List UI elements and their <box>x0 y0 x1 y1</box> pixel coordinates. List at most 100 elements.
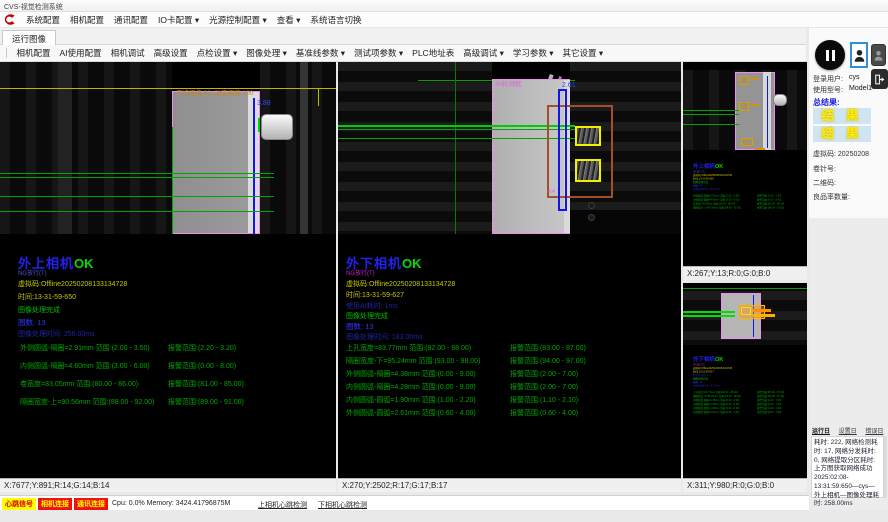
process-time-text: 图像处理时间: 256.00ms <box>18 331 95 339</box>
tool-other-settings[interactable]: 其它设置 ▾ <box>558 47 608 59</box>
mini-bottom-pixel-status: X:311;Y:980;R:0;G:0;B:0 <box>683 478 807 492</box>
green-vertical-line <box>455 62 456 234</box>
camera-result-title: 外上相机OK <box>18 255 94 273</box>
mini-top-canvas[interactable]: 外上相机OK NG放行(T) 虚拟码:Offline20250208133134… <box>683 62 807 266</box>
orange-label-mark <box>753 309 771 312</box>
pink-roi-box <box>172 91 260 234</box>
green-baseline <box>0 173 274 174</box>
green-baseline <box>683 124 739 125</box>
small-magenta-label: 4.4 <box>548 190 555 196</box>
alarm-range-text: 报警范围:(1.10 - 2.10) <box>510 397 578 405</box>
time-text: 时间:13-31-59-627 <box>346 292 404 300</box>
measurement-text: 卷宽度=83.05mm 范围:(80.00 - 86.00) <box>20 381 138 389</box>
mini-panel-top: 外上相机OK NG放行(T) 虚拟码:Offline20250208133134… <box>683 62 807 280</box>
ai-box-label: AI检测框 <box>496 81 522 88</box>
needle-number-label: 卷针号: <box>813 164 836 174</box>
qr-code-label: 二维码: <box>813 178 836 188</box>
measurement-text: 隔圈宽度-上=90.56mm 范围:(88.00 - 92.00) <box>20 399 154 407</box>
tool-baseline-params[interactable]: 基准线参数 ▾ <box>291 47 349 59</box>
log-scrollbar[interactable] <box>884 436 887 498</box>
mini-bottom-canvas[interactable]: 外下相机OK NG放行(T) 虚拟码:Offline20250208133134… <box>683 283 807 478</box>
camera-name: 外下相机 <box>346 256 402 271</box>
menu-item-camera-config[interactable]: 相机配置 <box>65 14 109 26</box>
measurement-text: 上孔宽度=83.77mm 范围:(82.00 - 88.00) <box>346 345 471 353</box>
yellow-reference-tick <box>318 88 319 106</box>
user-icon <box>854 48 865 63</box>
green-tick <box>258 118 260 132</box>
login-user-label: 登录用户: <box>813 74 843 84</box>
mini-top-text: 外上相机OK NG放行(T) 虚拟码:Offline20250208133134… <box>693 162 807 210</box>
mini-bottom-text: 外下相机OK NG放行(T) 虚拟码:Offline20250208133134… <box>693 355 807 415</box>
tool-spot-check[interactable]: 点检设置 ▾ <box>192 47 242 59</box>
login-user-value: cys <box>849 74 860 81</box>
tool-advanced-debug[interactable]: 高级调试 ▾ <box>459 47 509 59</box>
tool-learning-params[interactable]: 学习参数 ▾ <box>508 47 558 59</box>
measurement-text: 外侧圆弧-圆弧=2.61mm 范围:(0.60 - 4.00) <box>693 411 739 414</box>
brown-detection-box <box>547 105 613 198</box>
alarm-range-text: 报警范围:(83.00 - 87.00) <box>510 345 586 353</box>
blue-measure-value: 2.61 <box>562 82 576 90</box>
green-vertical-line <box>172 127 173 234</box>
green-baseline <box>683 114 739 115</box>
alarm-range-text: 报警范围:(0.60 - 4.00) <box>510 410 578 418</box>
pause-icon <box>832 50 835 61</box>
ring-count-text: 圈数: 13 <box>18 319 46 327</box>
camera-name: 外上相机 <box>693 164 715 170</box>
alarm-range-text: 报警范围:(0.00 - 8.00) <box>168 363 236 371</box>
barcode-text: 虚拟码:Offline20250208133134728 <box>346 281 455 289</box>
menu-item-view[interactable]: 查看 ▾ <box>272 14 306 26</box>
alarm-range-text: 报警范围:(89.00 - 91.00) <box>757 206 784 210</box>
mini-panel-bottom: 外下相机OK NG放行(T) 虚拟码:Offline20250208133134… <box>683 283 807 492</box>
tool-ai-config[interactable]: AI使用配置 <box>55 47 106 59</box>
process-time-text: 图像处理时间: 183.00ms <box>693 384 807 388</box>
left-pixel-status: X:7677;Y:891;R:14;G:14;B:14 <box>0 478 336 492</box>
right-sidebar: 登录用户: cys 使用型号: Model1 总结果: 结 果 结 果 虚拟码:… <box>809 28 888 510</box>
process-done-text: 图像处理完成 <box>346 313 388 321</box>
tool-plc-address[interactable]: PLC地址表 <box>408 47 459 59</box>
center-camera-canvas[interactable]: AI检测框 2.61 4.4 外下相机OK NG放行(T) 虚拟码:Offlin… <box>338 62 681 478</box>
left-camera-canvas[interactable]: 3.88 平均阈值:93, 动态阈值:100 外上相机OK NG放行(T) 虚拟… <box>0 62 336 478</box>
camera-connect-badge: 相机连接 <box>38 498 72 510</box>
menu-item-io-config[interactable]: IO卡配置 ▾ <box>153 14 204 26</box>
tab-strip: 运行图像 <box>0 28 806 45</box>
measurement-text: 外侧圆弧-圆弧=2.61mm 范围:(0.60 - 4.00) <box>346 410 476 418</box>
total-result-label: 总结果: <box>813 97 840 108</box>
app-logo-icon <box>3 13 17 26</box>
menu-item-system-config[interactable]: 系统配置 <box>21 14 65 26</box>
toolbar-separator <box>6 48 7 58</box>
app-window: CVS-视觉检测系统 系统配置 相机配置 通讯配置 IO卡配置 ▾ 光源控制配置… <box>0 0 888 522</box>
measurement-text: 隔圈宽度-下=95.24mm 范围:(93.00 - 98.00) <box>346 358 480 366</box>
orange-detection-box <box>739 102 749 111</box>
green-baseline <box>683 311 735 313</box>
alarm-range-text: 报警范围:(2.20 - 3.20) <box>168 345 236 353</box>
upper-camera-heartbeat-link[interactable]: 上相机心跳检测 <box>258 500 307 510</box>
tool-advanced-settings[interactable]: 高级设置 <box>149 47 192 59</box>
tool-camera-debug[interactable]: 相机调试 <box>106 47 149 59</box>
user-icon <box>874 49 883 62</box>
center-pixel-status: X:270;Y:2502;R:17;G:17;B:17 <box>338 478 681 492</box>
alarm-range-text: 报警范围:(94.00 - 97.00) <box>757 395 784 399</box>
status-bar: 心跳信号 相机连接 通讯连接 Cpu: 0.0% Memory: 3424.41… <box>0 495 809 510</box>
pause-icon <box>826 50 829 61</box>
user-login-button[interactable] <box>850 42 868 68</box>
cpu-memory-text: Cpu: 0.0% Memory: 3424.41796875M <box>112 500 230 507</box>
heartbeat-badge: 心跳信号 <box>2 498 36 510</box>
tool-test-params[interactable]: 测试项参数 ▾ <box>350 47 408 59</box>
lower-camera-heartbeat-link[interactable]: 下相机心跳检测 <box>318 500 367 510</box>
orange-label-mark <box>755 148 765 150</box>
menu-item-language[interactable]: 系统语言切换 <box>305 14 366 26</box>
pause-button[interactable] <box>815 40 845 70</box>
user-switch-button[interactable] <box>871 44 886 66</box>
green-baseline <box>683 110 739 111</box>
machinery-dark-band <box>570 210 681 234</box>
exit-button[interactable] <box>871 69 888 89</box>
menu-item-light-config[interactable]: 光源控制配置 ▾ <box>204 14 272 26</box>
yellow-tab-box <box>575 159 601 182</box>
tool-camera-config[interactable]: 相机配置 <box>12 47 55 59</box>
process-time-text: 图像处理时间: 183.00ms <box>346 334 423 342</box>
process-time-text: 图像处理时间: 256.00ms <box>693 188 807 192</box>
orange-label-mark <box>751 78 758 80</box>
menu-item-comm-config[interactable]: 通讯配置 <box>109 14 153 26</box>
mini-top-pixel-status: X:267;Y:13;R:0;G:0;B:0 <box>683 266 807 280</box>
tool-image-processing[interactable]: 图像处理 ▾ <box>242 47 292 59</box>
